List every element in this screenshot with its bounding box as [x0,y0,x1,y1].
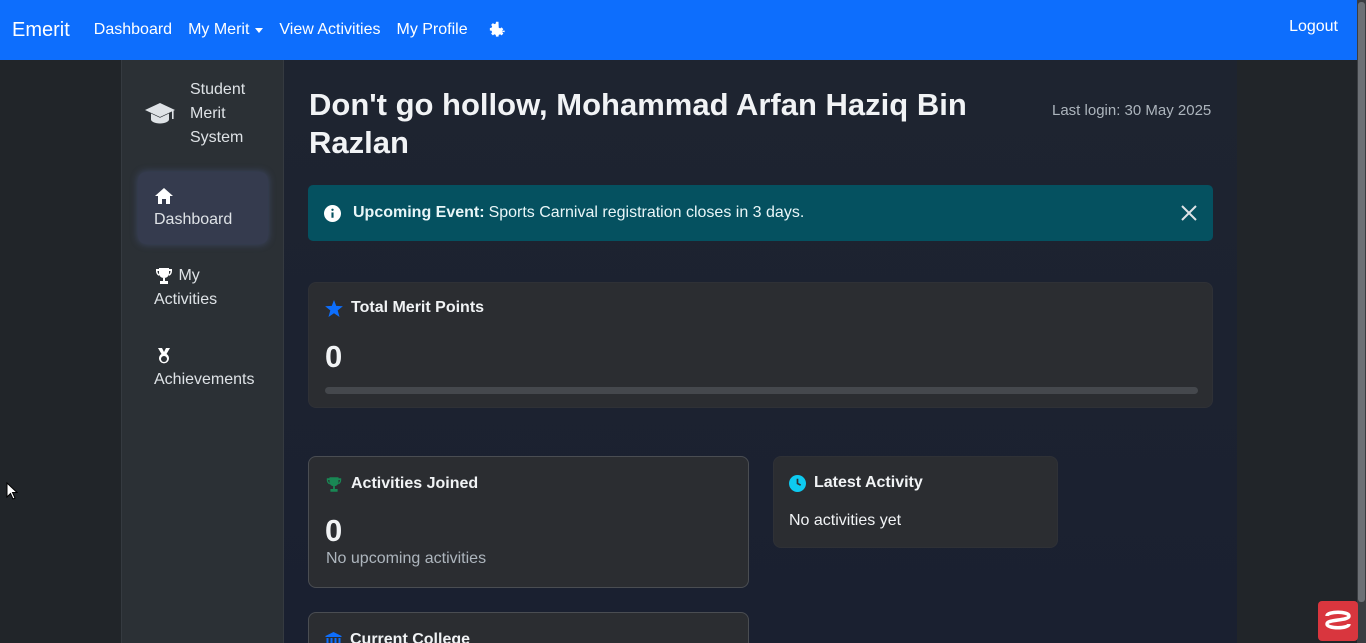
nav-my-profile[interactable]: My Profile [396,21,467,39]
system-title: Student Merit System [144,78,260,150]
sidebar-item-label: Dashboard [154,211,233,228]
latest-title-text: Latest Activity [814,474,923,491]
nav-dashboard[interactable]: Dashboard [94,21,172,39]
mouse-cursor-icon [6,482,18,500]
info-circle-icon [324,204,341,222]
theme-toggle-gear-icon[interactable] [484,18,508,42]
sidebar: Student Merit System Dashboard My Activi… [121,60,284,643]
latest-activity-text: No activities yet [789,512,902,529]
college-card-title: Current College [325,631,470,643]
alert-title: Upcoming Event: [353,204,485,221]
app-widget-icon[interactable] [1318,601,1358,641]
activities-card-title: Activities Joined [325,475,478,493]
brand-link[interactable]: Emerit [12,19,70,42]
merit-points-value: 0 [325,339,343,374]
trophy-icon [156,267,172,284]
college-title-text: Current College [350,631,471,643]
clock-icon [789,474,806,492]
nav-my-merit-dropdown[interactable]: My Merit [188,21,264,39]
merit-title-text: Total Merit Points [351,299,485,316]
graduation-cap-icon [145,103,175,124]
upcoming-event-alert: Upcoming Event: Sports Carnival registra… [308,185,1213,241]
upcoming-activities-text: No upcoming activities [326,550,487,567]
latest-card-title: Latest Activity [789,474,923,492]
page-scrollbar[interactable] [1357,0,1366,643]
building-icon [325,632,342,643]
main-content: Don't go hollow, Mohammad Arfan Haziq Bi… [284,60,1237,643]
current-college-card: Current College [308,612,749,643]
medal-icon [158,347,170,364]
nav-view-activities[interactable]: View Activities [279,21,380,39]
star-icon [325,299,343,317]
home-icon [155,187,173,204]
merit-progress-bar [325,387,1198,394]
activities-title-text: Activities Joined [351,475,479,492]
caret-down-icon [255,27,264,33]
nav-my-merit-label: My Merit [188,21,250,38]
alert-message: Sports Carnival registration closes in 3… [488,204,805,221]
system-title-text: Student Merit System [190,81,246,146]
sidebar-item-achievements[interactable]: Achievements [138,332,268,404]
page-title: Don't go hollow, Mohammad Arfan Haziq Bi… [309,87,967,160]
merit-card-title: Total Merit Points [325,299,484,317]
close-icon[interactable] [1179,203,1199,223]
scrollbar-thumb[interactable] [1358,2,1365,602]
sidebar-item-dashboard[interactable]: Dashboard [138,172,268,244]
latest-activity-card: Latest Activity No activities yet [773,456,1058,548]
logout-link[interactable]: Logout [1289,18,1338,36]
last-login-text: Last login: 30 May 2025 [1052,102,1212,119]
activities-joined-card: Activities Joined 0 No upcoming activiti… [308,456,749,588]
activities-joined-value: 0 [325,513,343,548]
trophy-icon [326,476,342,492]
sidebar-item-label: Achievements [154,371,255,388]
sidebar-item-my-activities[interactable]: My Activities [138,252,268,324]
total-merit-card: Total Merit Points 0 [308,282,1213,408]
top-navbar: Emerit Dashboard My Merit View Activitie… [0,0,1366,60]
